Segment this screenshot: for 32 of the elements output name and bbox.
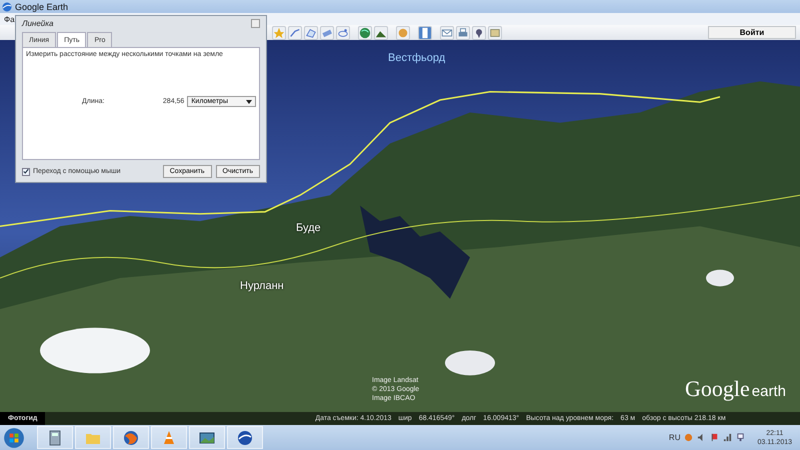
- dialog-title: Линейка: [22, 18, 54, 28]
- place-label: Вестфьорд: [388, 52, 446, 64]
- globe-icon[interactable]: [358, 26, 372, 40]
- globe-icon[interactable]: [237, 430, 253, 446]
- google-earth-logo: Googleearth: [685, 376, 786, 402]
- snow-patch: [706, 270, 734, 286]
- sign-in-button[interactable]: Войти: [708, 26, 796, 39]
- path-icon[interactable]: [288, 26, 302, 40]
- signal-bars-icon[interactable]: [723, 433, 732, 442]
- menu-item[interactable]: Фа: [4, 14, 15, 24]
- sidebar-icon[interactable]: [418, 26, 432, 40]
- envelope-icon[interactable]: [440, 26, 454, 40]
- checkbox[interactable]: [22, 168, 30, 176]
- language-indicator[interactable]: RU: [668, 433, 680, 442]
- place-label: Нурланн: [240, 280, 284, 292]
- start-orb-icon[interactable]: [3, 426, 25, 448]
- globe-icon: [2, 2, 12, 12]
- mountain-icon[interactable]: [374, 26, 388, 40]
- close-button[interactable]: [251, 18, 260, 28]
- place-label: Буде: [296, 222, 321, 234]
- flag-icon[interactable]: [710, 433, 720, 442]
- caret-icon: [246, 100, 252, 104]
- traffic-cone-icon[interactable]: [161, 430, 177, 446]
- window-title: Google Earth: [15, 2, 68, 12]
- picture-icon[interactable]: [199, 430, 215, 446]
- printer-icon[interactable]: [456, 26, 470, 40]
- snow-patch: [445, 350, 495, 376]
- star-icon[interactable]: [272, 26, 286, 40]
- polygon-icon[interactable]: [304, 26, 318, 40]
- network-icon[interactable]: [736, 433, 746, 442]
- map-pin-icon[interactable]: [472, 26, 486, 40]
- calculator-icon[interactable]: [47, 430, 63, 446]
